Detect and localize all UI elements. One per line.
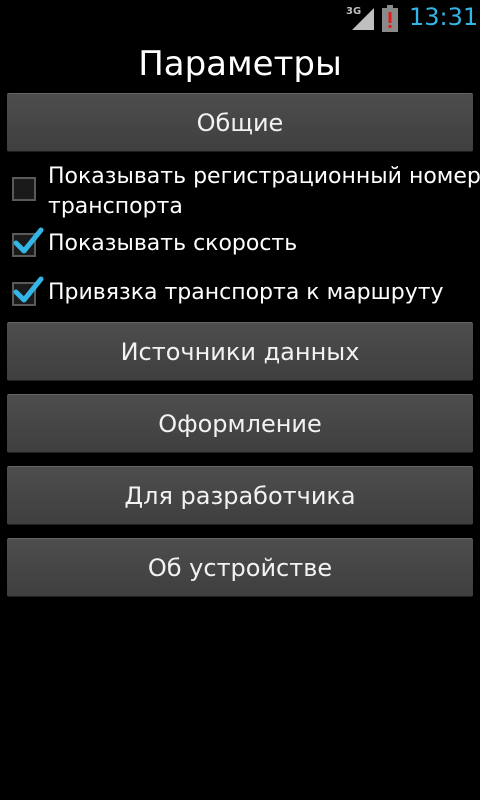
developer-button[interactable]: Для разработчика <box>7 466 473 525</box>
signal-icon <box>352 8 374 30</box>
checkbox-bind-route[interactable] <box>12 276 44 306</box>
checkmark-icon <box>13 276 44 303</box>
checkmark-icon <box>13 227 44 254</box>
checkbox-registration-number[interactable] <box>12 177 36 201</box>
option-show-speed[interactable]: Показывать скорость <box>0 227 480 261</box>
option-label-line2: транспорта <box>48 194 183 219</box>
status-bar: 3G 13:31 <box>0 0 480 38</box>
page-title: Параметры <box>138 44 342 84</box>
clock: 13:31 <box>409 3 479 31</box>
data-sources-button[interactable]: Источники данных <box>7 322 473 381</box>
general-button[interactable]: Общие <box>7 93 473 152</box>
checkbox-show-speed[interactable] <box>12 227 44 257</box>
about-device-button[interactable]: Об устройстве <box>7 538 473 597</box>
option-label: Показывать скорость <box>48 231 298 256</box>
option-bind-transport-to-route[interactable]: Привязка транспорта к маршруту <box>0 276 480 310</box>
appearance-button[interactable]: Оформление <box>7 394 473 453</box>
option-label-line1: Показывать регистрационный номер <box>48 164 480 189</box>
option-show-registration-number[interactable]: Показывать регистрационный номер транспо… <box>0 162 480 222</box>
option-label: Привязка транспорта к маршруту <box>48 280 444 305</box>
battery-alert-icon <box>382 5 398 32</box>
